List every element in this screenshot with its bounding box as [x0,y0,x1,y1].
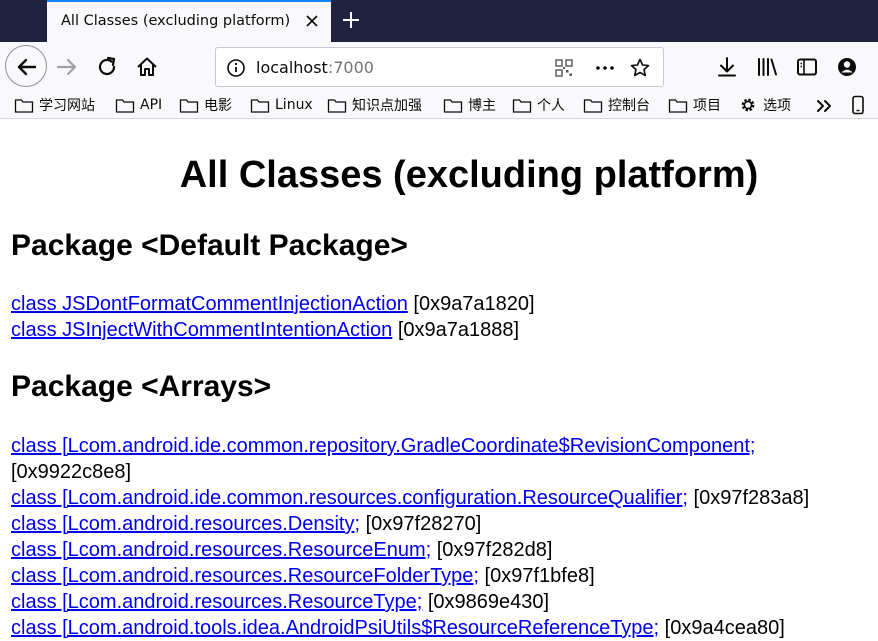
download-icon[interactable] [713,53,741,81]
folder-icon [115,99,135,113]
bookmark-folder-6[interactable]: 博主 [443,94,496,116]
bookmark-label: 电影 [204,98,232,114]
class-link[interactable]: class [Lcom.android.ide.common.repositor… [11,435,755,457]
new-tab-button[interactable] [340,9,362,31]
class-link[interactable]: class JSInjectWithCommentIntentionAction [11,319,392,341]
class-address: [0x97f28270] [360,513,482,535]
reload-button[interactable] [93,53,121,81]
folder-icon [668,99,688,113]
bookmark-folder-5[interactable]: 知识点加强 [327,94,422,116]
bookmark-folder-2[interactable]: API [115,94,162,116]
chevron-double-right-icon[interactable] [814,96,834,116]
url-host: localhost [256,58,328,77]
bookmark-folder-8[interactable]: 控制台 [583,94,650,116]
bookmark-label: 学习网站 [39,98,95,114]
close-icon[interactable] [302,11,322,31]
tab-active[interactable]: All Classes (excluding platform) [47,0,331,42]
bookmark-options[interactable]: 选项 [738,94,791,116]
mobile-bookmarks-icon[interactable] [851,95,865,115]
account-icon[interactable] [833,53,861,81]
class-address-wrapped: [0x9922c8e8] [11,461,132,483]
class-address: [0x9a7a1888] [392,319,520,341]
class-entry: class [Lcom.android.resources.ResourceFo… [11,564,595,588]
more-actions-icon[interactable] [594,57,616,79]
folder-icon [14,99,34,113]
qr-code-icon[interactable] [553,57,575,79]
class-link[interactable]: class [Lcom.android.resources.ResourceFo… [11,565,479,587]
url-text[interactable]: localhost:7000 [256,58,374,77]
class-entry: class JSDontFormatCommentInjectionAction… [11,292,535,316]
bookmark-label: 个人 [537,98,565,114]
folder-icon [327,99,347,113]
class-link[interactable]: class [Lcom.android.resources.ResourceEn… [11,539,431,561]
tab-title: All Classes (excluding platform) [61,13,291,29]
bookmark-folder-3[interactable]: 电影 [179,94,232,116]
class-address: [0x97f283a8] [687,487,810,509]
class-address: [0x9a4cea80] [659,617,785,639]
folder-icon [179,99,199,113]
tab-strip: All Classes (excluding platform) [0,0,878,42]
class-entry: class [Lcom.android.tools.idea.AndroidPs… [11,616,785,640]
class-link[interactable]: class [Lcom.android.resources.Density; [11,513,360,535]
bookmark-label: 控制台 [608,98,650,114]
class-entry: class [Lcom.android.resources.Density; [… [11,512,481,536]
forward-button[interactable] [53,53,81,81]
bookmark-folder-7[interactable]: 个人 [512,94,565,116]
page-title: All Classes (excluding platform) [179,154,759,196]
bookmarks-toolbar: 学习网站 API 电影 Linux 知识点加强 博主 个人 控制台 项目 选项 [0,92,878,119]
class-address: [0x9869e430] [422,591,550,613]
library-icon[interactable] [753,53,781,81]
info-icon[interactable] [225,57,247,79]
home-button[interactable] [133,53,161,81]
bookmark-label: 选项 [763,98,791,114]
gear-icon [741,98,755,112]
folder-icon [583,99,603,113]
class-link[interactable]: class [Lcom.android.resources.ResourceTy… [11,591,422,613]
navigation-toolbar: localhost:7000 [0,42,878,92]
folder-icon [250,99,270,113]
class-link[interactable]: class [Lcom.android.tools.idea.AndroidPs… [11,617,659,639]
bookmark-star-icon[interactable] [629,57,651,79]
sidebar-icon[interactable] [793,53,821,81]
back-button[interactable] [5,45,47,87]
arrow-left-icon [17,58,37,76]
class-address: [0x9a7a1820] [407,293,535,315]
bookmark-folder-1[interactable]: 学习网站 [14,94,95,116]
class-link[interactable]: class JSDontFormatCommentInjectionAction [11,293,408,315]
class-address: [0x97f282d8] [431,539,553,561]
package-heading: Package <Default Package> [11,229,408,262]
folder-icon [512,99,532,113]
class-entry: class [Lcom.android.ide.common.resources… [11,486,809,510]
bookmark-folder-9[interactable]: 项目 [668,94,721,116]
folder-icon [443,99,463,113]
bookmark-label: 知识点加强 [352,98,422,114]
class-entry: class [Lcom.android.ide.common.repositor… [11,434,755,458]
page-content: All Classes (excluding platform) Package… [0,120,878,641]
bookmark-label: 项目 [693,98,721,114]
class-address: [0x97f1bfe8] [479,565,595,587]
package-heading: Package <Arrays> [11,370,272,403]
class-entry: class JSInjectWithCommentIntentionAction… [11,318,519,342]
class-entry: class [Lcom.android.resources.ResourceTy… [11,590,549,614]
bookmark-label: 博主 [468,98,496,114]
class-entry: class [Lcom.android.resources.ResourceEn… [11,538,552,562]
bookmark-label: Linux [275,97,313,113]
class-link[interactable]: class [Lcom.android.ide.common.resources… [11,487,688,509]
url-port: :7000 [327,58,374,77]
url-bar[interactable]: localhost:7000 [215,47,664,87]
bookmark-label: API [140,97,163,113]
bookmark-folder-4[interactable]: Linux [250,94,313,116]
